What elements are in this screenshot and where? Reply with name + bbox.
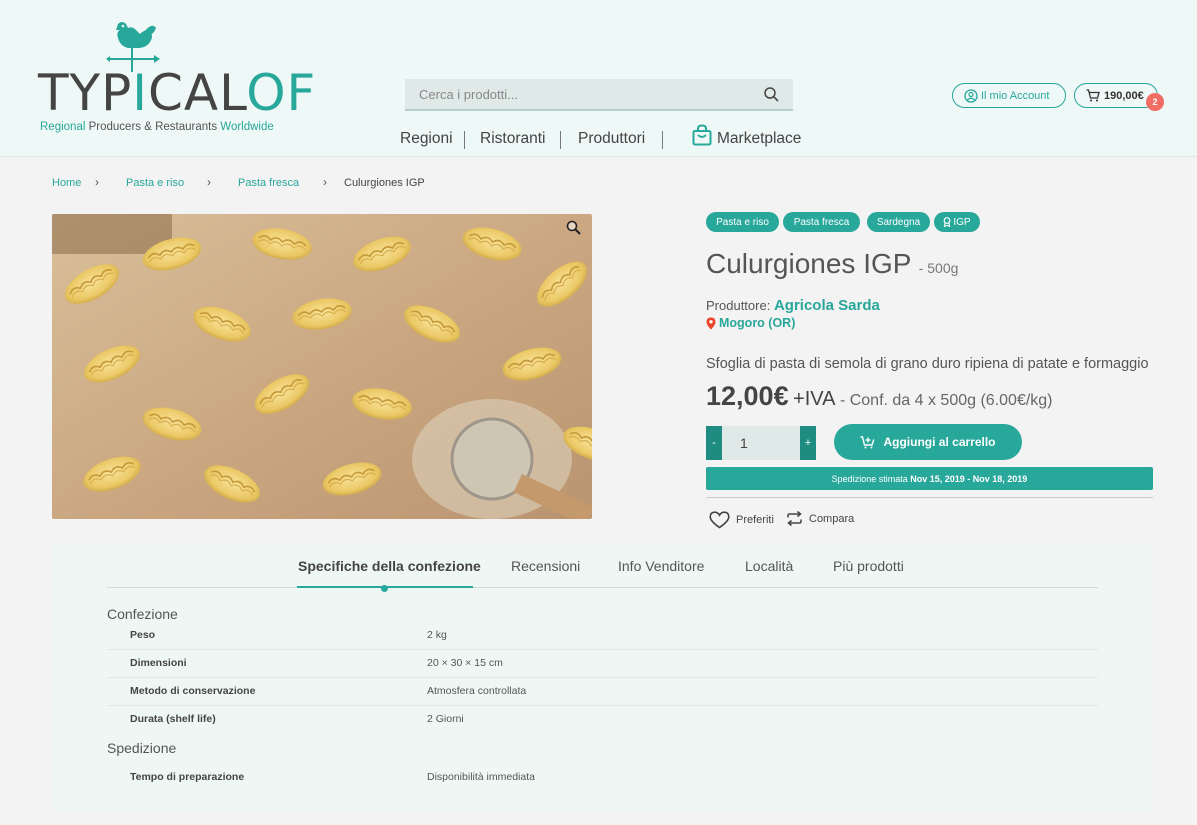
tag-pasta-fresca[interactable]: Pasta fresca <box>783 212 860 232</box>
divider <box>706 497 1153 498</box>
spec-divider <box>107 705 1098 706</box>
tab-info-venditore[interactable]: Info Venditore <box>618 558 704 574</box>
nav-ristoranti[interactable]: Ristoranti <box>480 126 545 152</box>
site-header: TYPICALOF Regional Producers & Restauran… <box>0 0 1197 157</box>
spec-value: Disponibilità immediata <box>427 771 535 783</box>
breadcrumb-pasta-e-riso[interactable]: Pasta e riso <box>126 177 184 189</box>
price-iva: +IVA <box>793 388 836 410</box>
chevron-right-icon: › <box>95 175 99 189</box>
nav-divider <box>560 131 561 149</box>
tag-sardegna[interactable]: Sardegna <box>867 212 930 232</box>
product-description: Sfoglia di pasta di semola di grano duro… <box>706 356 1149 372</box>
culurgiones-photo <box>52 214 592 519</box>
product-weight: - 500g <box>918 260 959 276</box>
spec-divider <box>107 677 1098 678</box>
cart-total: 190,00€ <box>1104 89 1144 102</box>
logo-tagline: Regional Producers & Restaurants Worldwi… <box>40 121 274 133</box>
account-label: Il mio Account <box>981 89 1050 102</box>
add-to-cart-button[interactable]: Aggiungi al carrello <box>834 424 1022 460</box>
product-image[interactable] <box>52 214 592 519</box>
zoom-icon[interactable] <box>566 220 582 236</box>
user-circle-icon <box>964 88 978 103</box>
favorites-button[interactable]: Preferiti <box>709 511 774 529</box>
shipping-dates: Nov 15, 2019 - Nov 18, 2019 <box>910 473 1028 484</box>
price-conf: - Conf. da 4 x 500g (6.00€/kg) <box>839 392 1053 409</box>
tab-recensioni[interactable]: Recensioni <box>511 558 580 574</box>
search-input[interactable] <box>419 79 739 109</box>
nav-marketplace[interactable]: Marketplace <box>717 126 801 152</box>
account-button[interactable]: Il mio Account <box>952 83 1066 108</box>
spec-label: Tempo di preparazione <box>130 771 245 783</box>
product-price: 12,00€ <box>706 381 789 411</box>
tabs-divider <box>107 587 1098 588</box>
tag-igp-label: IGP <box>953 216 971 228</box>
quantity-increment-button[interactable]: + <box>800 426 816 460</box>
nav-produttori[interactable]: Produttori <box>578 126 645 152</box>
add-to-cart-label: Aggiungi al carrello <box>883 435 996 449</box>
producer-location[interactable]: Mogoro (OR) <box>706 316 795 330</box>
spec-label: Durata (shelf life) <box>130 713 216 725</box>
map-pin-icon <box>706 317 716 329</box>
section-spedizione: Spedizione <box>107 740 177 756</box>
breadcrumb-home[interactable]: Home <box>52 177 81 189</box>
breadcrumb-current: Culurgiones IGP <box>344 177 425 189</box>
compare-icon <box>787 511 802 526</box>
spec-label: Dimensioni <box>130 657 187 669</box>
add-cart-icon <box>860 435 875 448</box>
product-title: Culurgiones IGP - 500g <box>706 248 959 279</box>
spec-value: Atmosfera controllata <box>427 685 527 697</box>
producer-link[interactable]: Agricola Sarda <box>774 297 880 314</box>
tab-specifiche[interactable]: Specifiche della confezione <box>298 558 481 574</box>
producer-line: Produttore: Agricola Sarda <box>706 297 880 314</box>
spec-label: Metodo di conservazione <box>130 685 256 697</box>
quantity-decrement-button[interactable]: - <box>706 426 722 460</box>
nav-divider <box>662 131 663 149</box>
section-confezione: Confezione <box>107 606 178 622</box>
spec-value: 2 Giorni <box>427 713 464 725</box>
tab-piu-prodotti[interactable]: Più prodotti <box>833 558 904 574</box>
cart-count-badge: 2 <box>1146 93 1164 111</box>
spec-label: Peso <box>130 629 156 641</box>
quantity-input[interactable] <box>722 426 800 460</box>
cart-icon <box>1086 89 1100 102</box>
nav-regioni[interactable]: Regioni <box>400 126 453 152</box>
search-icon[interactable] <box>764 87 779 102</box>
shipping-estimate: Spedizione stimata Nov 15, 2019 - Nov 18… <box>706 467 1153 490</box>
tag-igp[interactable]: IGP <box>934 212 980 232</box>
compare-label: Compara <box>809 512 855 525</box>
typicalof-logo[interactable]: TYPICALOF Regional Producers & Restauran… <box>38 18 315 138</box>
logo-wordmark: TYPICALOF <box>38 64 317 122</box>
tag-pasta-e-riso[interactable]: Pasta e riso <box>706 212 779 232</box>
price-row: 12,00€ +IVA - Conf. da 4 x 500g (6.00€/k… <box>706 381 1053 412</box>
heart-icon <box>709 511 730 529</box>
spec-value: 2 kg <box>427 629 447 641</box>
active-tab-dot <box>381 585 388 592</box>
tab-localita[interactable]: Località <box>745 558 793 574</box>
search-bar <box>405 79 793 111</box>
spec-divider <box>107 649 1098 650</box>
spec-value: 20 × 30 × 15 cm <box>427 657 503 669</box>
compare-button[interactable]: Compara <box>786 511 854 526</box>
chevron-right-icon: › <box>207 175 211 189</box>
breadcrumb-pasta-fresca[interactable]: Pasta fresca <box>238 177 299 189</box>
award-icon <box>943 217 951 227</box>
favorites-label: Preferiti <box>736 514 774 526</box>
nav-divider <box>464 131 465 149</box>
chevron-right-icon: › <box>323 175 327 189</box>
shopping-bag-icon[interactable] <box>692 124 712 146</box>
